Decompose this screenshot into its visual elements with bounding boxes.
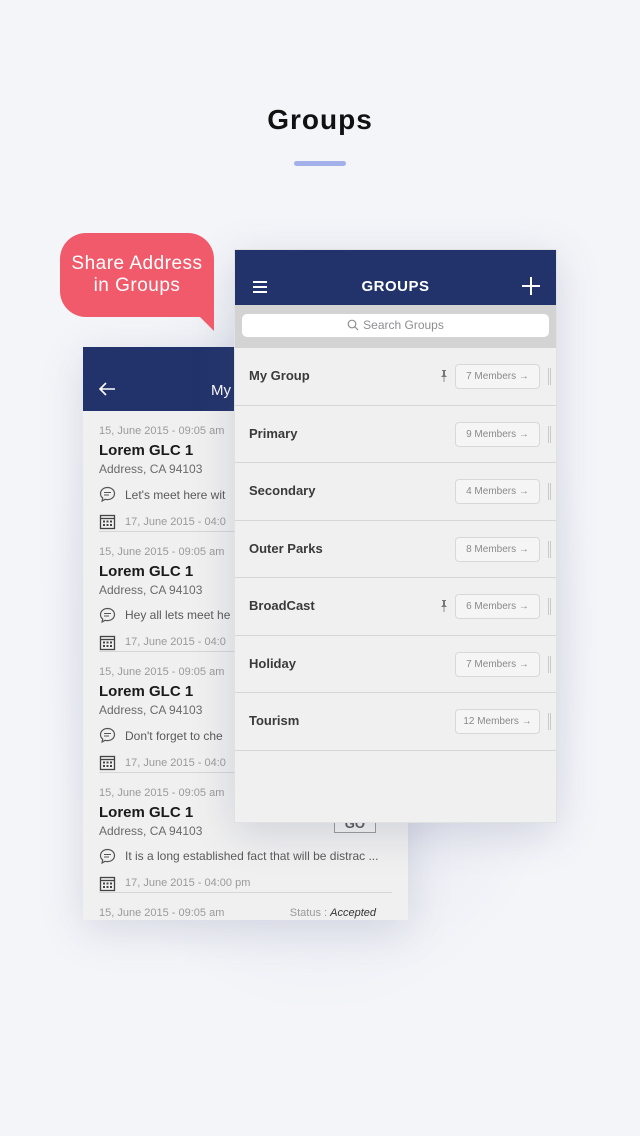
calendar-icon [99, 755, 116, 771]
members-button[interactable]: 6 Members → [455, 594, 540, 619]
bubble-line-2: in Groups [93, 275, 181, 296]
share-address-bubble: Share Address in Groups [60, 233, 214, 331]
group-name: My Group [249, 368, 310, 383]
calendar-icon [99, 876, 116, 891]
group-name: Outer Parks [249, 540, 323, 556]
group-name: Holiday [249, 655, 296, 671]
members-button[interactable]: 7 Members → [455, 651, 540, 677]
group-row[interactable]: BroadCast 6 Members → [235, 578, 556, 636]
pin-icon [441, 370, 447, 382]
drag-handle-icon[interactable] [548, 368, 551, 385]
search-icon [347, 319, 359, 331]
message-text: Let's meet here wit [125, 487, 226, 502]
message-text: Hey all lets meet he [125, 608, 231, 622]
groups-title: GROUPS [361, 278, 430, 295]
chat-icon [99, 607, 116, 623]
message-text-row: It is a long established fact that will … [99, 848, 392, 865]
group-row[interactable]: Tourism 12 Members → [235, 693, 556, 751]
chat-icon [99, 727, 116, 744]
group-row[interactable]: Primary 9 Members → [235, 406, 556, 463]
drag-handle-icon[interactable] [548, 540, 551, 558]
page-title: Groups [267, 104, 373, 135]
members-button[interactable]: 9 Members → [455, 421, 540, 447]
search-bar: Search Groups [235, 305, 556, 348]
bubble-tail [200, 317, 214, 331]
chat-icon [99, 848, 116, 864]
message-item[interactable]: 15, June 2015 - 09:05 am Status : Accepte… [99, 893, 392, 920]
calendar-icon [99, 514, 116, 530]
group-name: Primary [249, 425, 298, 441]
group-name: BroadCast [249, 598, 315, 613]
add-group-icon[interactable] [522, 277, 540, 295]
members-button[interactable]: 4 Members → [455, 479, 540, 504]
group-name: Tourism [249, 713, 300, 728]
search-placeholder: Search Groups [363, 318, 444, 332]
message-schedule: 17, June 2015 - 04:0 [125, 515, 226, 528]
status-text: Status : Accepted [290, 907, 376, 919]
message-schedule: 17, June 2015 - 04:0 [125, 636, 226, 648]
message-schedule-row: 17, June 2015 - 04:00 pm [99, 875, 392, 892]
members-button[interactable]: 12 Members → [455, 709, 540, 734]
drag-handle-icon[interactable] [548, 655, 551, 673]
group-list: My Group 7 Members → Primary 9 Members → Sec… [235, 348, 556, 751]
calendar-icon [99, 635, 116, 650]
group-row[interactable]: Secondary 4 Members → [235, 463, 556, 521]
chat-icon [99, 486, 116, 503]
title-underline [294, 161, 346, 166]
status-label: Status : [289, 907, 331, 919]
messages-title: My [211, 382, 231, 399]
drag-handle-icon[interactable] [548, 425, 551, 443]
message-text: It is a long established fact that will … [125, 849, 379, 863]
drag-handle-icon[interactable] [548, 483, 551, 500]
message-schedule: 17, June 2015 - 04:0 [125, 756, 226, 769]
group-row[interactable]: My Group 7 Members → [235, 348, 556, 406]
members-button[interactable]: 7 Members → [455, 364, 540, 389]
message-schedule: 17, June 2015 - 04:00 pm [125, 877, 251, 889]
message-text: Don't forget to che [125, 728, 223, 743]
group-name: Secondary [249, 483, 316, 498]
groups-header: GROUPS [235, 250, 556, 305]
bubble-line-1: Share Address [71, 253, 203, 274]
drag-handle-icon[interactable] [548, 598, 551, 615]
groups-screen: GROUPS Search Groups My Group 7 Members →… [234, 249, 557, 823]
back-arrow-icon[interactable] [97, 379, 117, 399]
members-button[interactable]: 8 Members → [455, 536, 540, 562]
group-row[interactable]: Holiday 7 Members → [235, 636, 556, 693]
pin-icon [441, 600, 447, 612]
status-value: Accepted [330, 907, 376, 919]
drag-handle-icon[interactable] [548, 713, 551, 730]
search-input[interactable]: Search Groups [242, 314, 549, 337]
group-row[interactable]: Outer Parks 8 Members → [235, 521, 556, 578]
